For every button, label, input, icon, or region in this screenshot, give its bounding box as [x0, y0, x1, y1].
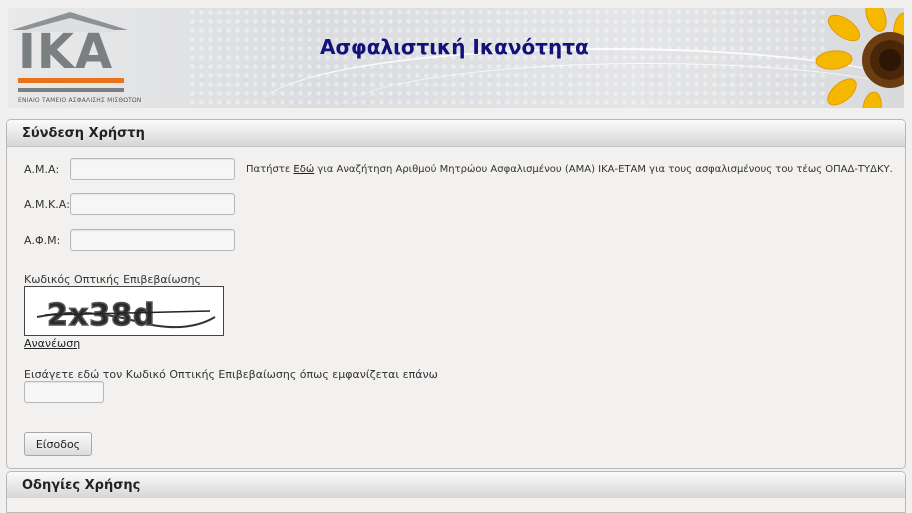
- login-panel: Σύνδεση Χρήστη Α.Μ.Α: Πατήστε Εδώ για Αν…: [6, 119, 906, 469]
- ama-search-link[interactable]: Εδώ: [293, 164, 314, 175]
- afm-label: Α.Φ.Μ:: [24, 234, 61, 247]
- logo-letters: IKA: [18, 24, 114, 80]
- captcha-graphic: 2x38d: [36, 297, 216, 334]
- amka-label: Α.Μ.Κ.Α:: [24, 198, 70, 211]
- ama-input[interactable]: [70, 158, 235, 180]
- ika-logo: IKA ΕΝΙΑΙΟ ΤΑΜΕΙΟ ΑΣΦΑΛΙΣΗΣ ΜΙΣΘΩΤΩΝ: [12, 12, 141, 107]
- captcha-input[interactable]: [24, 381, 104, 403]
- captcha-label: Κωδικός Οπτικής Επιβεβαίωσης: [24, 273, 201, 286]
- help-panel[interactable]: Οδηγίες Χρήσης: [6, 471, 906, 513]
- page-title: Ασφαλιστική Ικανότητα: [320, 35, 589, 59]
- logo-orange-bar: [18, 78, 124, 83]
- amka-input[interactable]: [70, 193, 235, 215]
- captcha-text: 2x38d: [47, 298, 155, 333]
- logo-grey-bar: [18, 88, 124, 92]
- ama-search-hint: Πατήστε Εδώ για Αναζήτηση Αριθμού Μητρώο…: [246, 164, 893, 175]
- login-panel-heading: Σύνδεση Χρήστη: [7, 120, 905, 147]
- logo-tagline: ΕΝΙΑΙΟ ΤΑΜΕΙΟ ΑΣΦΑΛΙΣΗΣ ΜΙΣΘΩΤΩΝ: [18, 97, 142, 104]
- captcha-image: 2x38d: [24, 286, 224, 336]
- captcha-refresh-link[interactable]: Ανανέωση: [24, 337, 80, 350]
- header-banner: IKA ΕΝΙΑΙΟ ΤΑΜΕΙΟ ΑΣΦΑΛΙΣΗΣ ΜΙΣΘΩΤΩΝ Ασφ…: [8, 8, 904, 108]
- help-panel-heading[interactable]: Οδηγίες Χρήσης: [7, 472, 905, 498]
- ama-label: Α.Μ.Α:: [24, 163, 60, 176]
- login-button[interactable]: Είσοδος: [24, 432, 92, 456]
- afm-input[interactable]: [70, 229, 235, 251]
- sunflower-image: [815, 8, 904, 108]
- captcha-entry-label: Εισάγετε εδώ τον Κωδικό Οπτικής Επιβεβαί…: [24, 368, 438, 381]
